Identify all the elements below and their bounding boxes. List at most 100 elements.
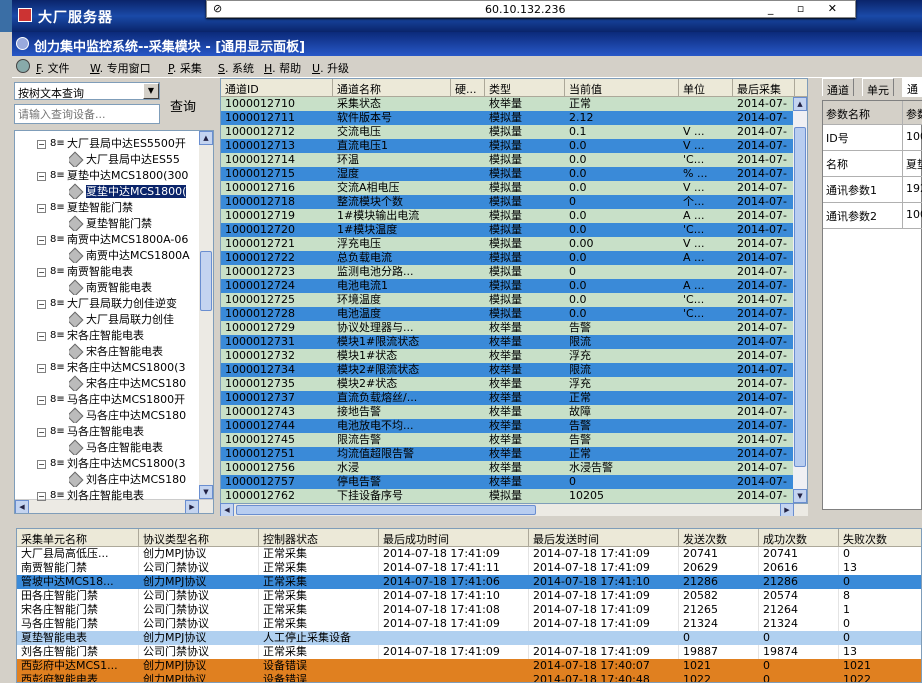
table-row[interactable]: 1000012711 软件版本号 模拟量 2.12 2014-07-	[221, 111, 795, 125]
table-row[interactable]: 1000012737 直流负载熔丝/... 枚举量 正常 2014-07-	[221, 391, 795, 405]
menu-app-icon[interactable]	[16, 59, 30, 73]
grid-horizontal-scrollbar[interactable]: ◀ ▶	[220, 503, 808, 517]
pin-icon[interactable]: ⊘	[213, 2, 222, 15]
query-mode-select[interactable]: 按树文本查询 ▼	[14, 82, 160, 100]
remote-desktop-bar[interactable]: ⊘ 60.10.132.236 _ ▫ ✕	[206, 0, 856, 18]
tree-node[interactable]: −8≡ 南贾智能电表	[37, 263, 201, 279]
column-header[interactable]: 最后成功时间	[379, 529, 529, 547]
collapse-icon[interactable]: −	[37, 331, 46, 341]
column-header[interactable]: 协议类型名称	[139, 529, 259, 547]
grid-vertical-scrollbar[interactable]: ▲ ▼	[793, 97, 807, 503]
tree-node[interactable]: 南贾智能电表	[69, 279, 201, 295]
collapse-icon[interactable]: −	[37, 139, 46, 149]
scroll-down-icon[interactable]: ▼	[793, 489, 807, 503]
table-row[interactable]: 1000012729 协议处理器与... 枚举量 告警 2014-07-	[221, 321, 795, 335]
table-row[interactable]: 1000012713 直流电压1 模拟量 0.0 V ... 2014-07-	[221, 139, 795, 153]
tree-node[interactable]: 夏垫智能门禁	[69, 215, 201, 231]
grid-scroll-thumb[interactable]	[794, 127, 806, 467]
collapse-icon[interactable]: −	[37, 395, 46, 405]
tree-node[interactable]: −8≡ 大厂县局联力创佳逆变	[37, 295, 201, 311]
scroll-left-icon[interactable]: ◀	[220, 503, 234, 517]
table-row[interactable]: 1000012720 1#模块温度 模拟量 0.0 'C... 2014-07-	[221, 223, 795, 237]
property-row[interactable]: 名称夏垫	[823, 151, 922, 177]
table-row[interactable]: 1000012724 电池电流1 模拟量 0.0 A ... 2014-07-	[221, 279, 795, 293]
table-row[interactable]: 1000012718 整流模块个数 模拟量 0 个... 2014-07-	[221, 195, 795, 209]
column-header[interactable]: 成功次数	[759, 529, 839, 547]
table-row[interactable]: 1000012735 模块2#状态 枚举量 浮充 2014-07-	[221, 377, 795, 391]
tree-node[interactable]: −8≡ 南贾中达MCS1800A-06	[37, 231, 201, 247]
table-row[interactable]: 1000012744 电池放电不均... 枚举量 告警 2014-07-	[221, 419, 795, 433]
table-row[interactable]: 1000012723 监测电池分路... 模拟量 0 2014-07-	[221, 265, 795, 279]
table-row[interactable]: 1000012725 环境温度 模拟量 0.0 'C... 2014-07-	[221, 293, 795, 307]
column-header[interactable]: 发送次数	[679, 529, 759, 547]
panel-splitter[interactable]	[808, 198, 816, 458]
tree-node[interactable]: 马各庄中达MCS180	[69, 407, 201, 423]
property-row[interactable]: 通讯参数1192	[823, 177, 922, 203]
tree-node[interactable]: 南贾中达MCS1800A	[69, 247, 201, 263]
tab-2[interactable]: 通	[902, 77, 922, 97]
table-row[interactable]: 1000012751 均流值超限告警 枚举量 正常 2014-07-	[221, 447, 795, 461]
table-row[interactable]: 1000012728 电池温度 模拟量 0.0 'C... 2014-07-	[221, 307, 795, 321]
property-row[interactable]: ID号100	[823, 125, 922, 151]
tree-node[interactable]: 夏垫中达MCS1800(	[69, 183, 201, 199]
scroll-left-icon[interactable]: ◀	[15, 500, 29, 513]
tree-scroll-thumb[interactable]	[200, 251, 212, 311]
table-row[interactable]: 1000012710 采集状态 枚举量 正常 2014-07-	[221, 97, 795, 111]
column-header[interactable]: 通道ID	[221, 79, 333, 97]
menu-item-3[interactable]: S. 系统	[218, 60, 254, 76]
tab-1[interactable]: 单元	[862, 78, 894, 97]
tree-node[interactable]: 大厂县局中达ES55	[69, 151, 201, 167]
tree-node[interactable]: −8≡ 刘各庄中达MCS1800(3	[37, 455, 201, 471]
scroll-up-icon[interactable]: ▲	[199, 131, 213, 145]
tree-node[interactable]: −8≡ 宋各庄中达MCS1800(3	[37, 359, 201, 375]
table-row[interactable]: 1000012745 限流告警 枚举量 告警 2014-07-	[221, 433, 795, 447]
menu-item-5[interactable]: U. 升级	[312, 60, 349, 76]
device-tree[interactable]: ▲ ▼ ◀ ▶ −8≡ 大厂县局中达ES5500开 大厂县局中达ES55−8≡ 夏垫中…	[14, 130, 214, 514]
column-header[interactable]: 失败次数	[839, 529, 921, 547]
menu-item-2[interactable]: P. 采集	[168, 60, 202, 76]
tree-node[interactable]: 马各庄智能电表	[69, 439, 201, 455]
query-button[interactable]: 查询	[170, 96, 196, 115]
collapse-icon[interactable]: −	[37, 491, 46, 501]
collapse-icon[interactable]: −	[37, 171, 46, 181]
tree-node[interactable]: −8≡ 刘各庄智能电表	[37, 487, 201, 503]
table-row[interactable]: 1000012712 交流电压 模拟量 0.1 V ... 2014-07-	[221, 125, 795, 139]
channel-grid[interactable]: 通道ID 通道名称 硬... 类型 当前值 单位 最后采集 1000012710 采集状态 枚举…	[220, 78, 808, 504]
scroll-right-icon[interactable]: ▶	[780, 503, 794, 517]
tree-node[interactable]: 大厂县局联力创佳	[69, 311, 201, 327]
table-row[interactable]: 1000012716 交流A相电压 模拟量 0.0 V ... 2014-07-	[221, 181, 795, 195]
tree-node[interactable]: 刘各庄中达MCS180	[69, 471, 201, 487]
unit-row[interactable]: 夏垫智能电表 创力MPJ协议 人工停止采集设备 0 0 0	[17, 631, 921, 645]
collapse-icon[interactable]: −	[37, 299, 46, 309]
tree-node[interactable]: −8≡ 夏垫中达MCS1800(300	[37, 167, 201, 183]
table-row[interactable]: 1000012719 1#模块输出电流 模拟量 0.0 A ... 2014-07-	[221, 209, 795, 223]
table-row[interactable]: 1000012743 接地告警 枚举量 故障 2014-07-	[221, 405, 795, 419]
column-header[interactable]: 采集单元名称	[17, 529, 139, 547]
unit-row[interactable]: 刘各庄智能门禁 公司门禁协议 正常采集 2014-07-18 17:41:09 2014…	[17, 645, 921, 659]
scroll-down-icon[interactable]: ▼	[199, 485, 213, 499]
search-input[interactable]	[14, 104, 160, 124]
unit-row[interactable]: 西彭府中达MCS1... 创力MPJ协议 设备错误 2014-07-18 17:40:…	[17, 659, 921, 673]
unit-row[interactable]: 田各庄智能门禁 公司门禁协议 正常采集 2014-07-18 17:41:10 2014…	[17, 589, 921, 603]
tree-vertical-scrollbar[interactable]: ▲ ▼	[199, 131, 213, 499]
collapse-icon[interactable]: −	[37, 203, 46, 213]
unit-row[interactable]: 马各庄智能门禁 公司门禁协议 正常采集 2014-07-18 17:41:09 2014…	[17, 617, 921, 631]
column-header[interactable]: 硬...	[451, 79, 485, 97]
tree-node[interactable]: 宋各庄智能电表	[69, 343, 201, 359]
column-header[interactable]: 单位	[679, 79, 733, 97]
collapse-icon[interactable]: −	[37, 363, 46, 373]
unit-row[interactable]: 大厂县局高低压... 创力MPJ协议 正常采集 2014-07-18 17:41:09…	[17, 547, 921, 561]
table-row[interactable]: 1000012714 环温 模拟量 0.0 'C... 2014-07-	[221, 153, 795, 167]
table-row[interactable]: 1000012731 模块1#限流状态 枚举量 限流 2014-07-	[221, 335, 795, 349]
chevron-down-icon[interactable]: ▼	[143, 83, 159, 99]
tree-node[interactable]: −8≡ 马各庄中达MCS1800开	[37, 391, 201, 407]
table-row[interactable]: 1000012721 浮充电压 模拟量 0.00 V ... 2014-07-	[221, 237, 795, 251]
table-row[interactable]: 1000012757 停电告警 枚举量 0 2014-07-	[221, 475, 795, 489]
column-header[interactable]: 当前值	[565, 79, 679, 97]
column-header[interactable]: 最后发送时间	[529, 529, 679, 547]
unit-row[interactable]: 管坡中达MCS18... 创力MPJ协议 正常采集 2014-07-18 17:41:…	[17, 575, 921, 589]
property-row[interactable]: 通讯参数2100	[823, 203, 922, 229]
menu-item-4[interactable]: H. 帮助	[264, 60, 301, 76]
menu-item-0[interactable]: F. 文件	[36, 60, 70, 76]
table-row[interactable]: 1000012715 湿度 模拟量 0.0 % ... 2014-07-	[221, 167, 795, 181]
